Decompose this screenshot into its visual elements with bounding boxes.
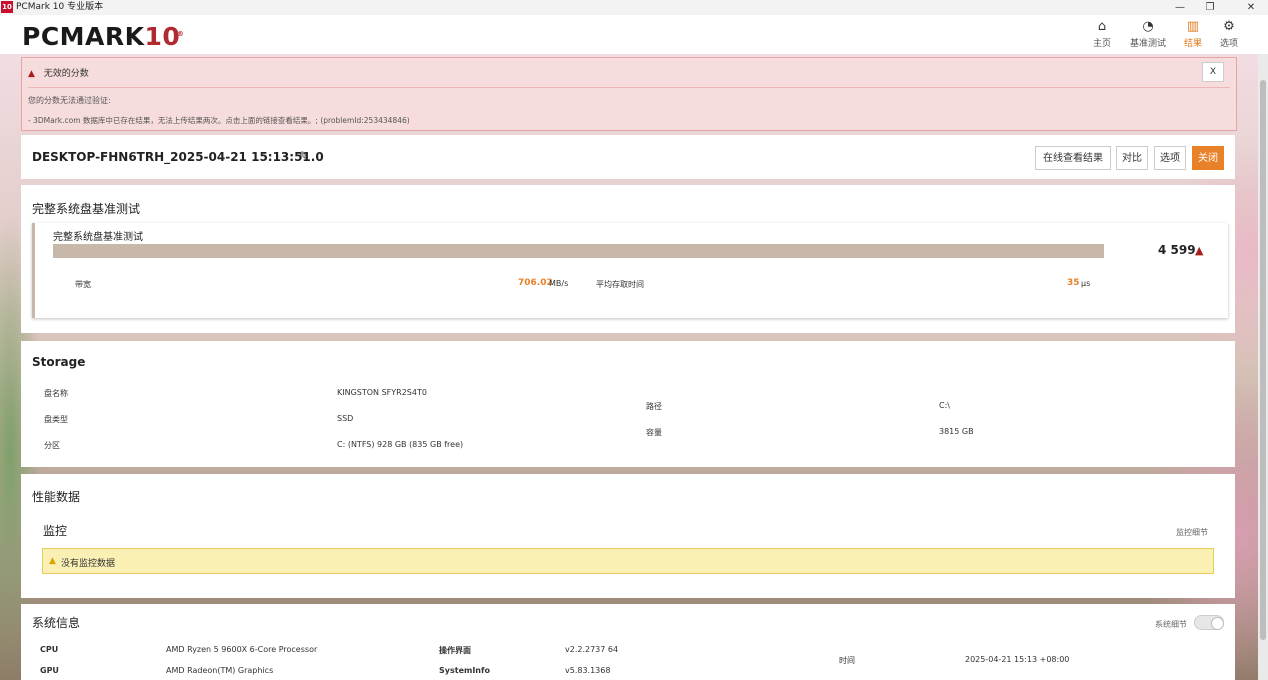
view-online-button[interactable]: 在线查看结果 [1035, 146, 1111, 170]
nav-options[interactable]: ⚙ 选项 [1207, 18, 1251, 49]
time-value: 2025-04-21 15:13 +08:00 [965, 655, 1070, 664]
systeminfo-value: v5.83.1368 [565, 666, 611, 675]
close-result-button[interactable]: 关闭 [1192, 146, 1224, 170]
gear-icon: ⚙ [1223, 19, 1235, 34]
performance-title: 性能数据 [32, 490, 81, 504]
monitor-title: 监控 [43, 524, 68, 538]
latency-value: 35 [1067, 278, 1080, 288]
path-value: C:\ [939, 401, 950, 410]
drive-type-label: 盘类型 [44, 415, 68, 424]
gpu-value: AMD Radeon(TM) Graphics [166, 666, 274, 675]
storage-card: Storage 盘名称 KINGSTON SFYR2S4T0 盘类型 SSD 分… [21, 341, 1235, 467]
gpu-label: GPU [40, 666, 59, 675]
benchmark-section-title: 完整系统盘基准测试 [32, 202, 141, 216]
home-icon: ⌂ [1097, 19, 1107, 34]
window-title: PCMark 10 专业版本 [16, 2, 104, 12]
ui-version-label: 操作界面 [439, 646, 471, 655]
test-name: 完整系统盘基准测试 [53, 232, 143, 243]
bandwidth-label: 带宽 [75, 280, 91, 289]
result-name: DESKTOP-FHN6TRH_2025-04-21 15:13:51.0 [32, 150, 324, 164]
drive-name-label: 盘名称 [44, 389, 68, 398]
edit-icon[interactable]: ✎ [299, 149, 309, 163]
invalid-score-alert: ▲ 无效的分数 X 您的分数无法通过验证: - 3DMark.com 数据库中已… [21, 57, 1237, 131]
result-header-card: DESKTOP-FHN6TRH_2025-04-21 15:13:51.0 ✎ … [21, 135, 1235, 179]
nav-home[interactable]: ⌂ 主页 [1080, 18, 1124, 49]
cpu-value: AMD Ryzen 5 9600X 6-Core Processor [166, 645, 318, 654]
system-info-card: 系统信息 系统细节 CPU AMD Ryzen 5 9600X 6-Core P… [21, 604, 1235, 680]
alert-title: 无效的分数 [43, 69, 89, 79]
gauge-icon: ◔ [1142, 19, 1154, 34]
app-header: PCMARK10 ® ⌂ 主页 ◔ 基准测试 ▥ 结果 ⚙ 选项 [0, 15, 1268, 54]
time-label: 时间 [839, 656, 855, 665]
path-label: 路径 [646, 402, 662, 411]
alert-divider [28, 87, 1230, 88]
score-warning-icon: ▲ [1195, 244, 1204, 257]
no-monitor-data-banner: ▲ 没有监控数据 [42, 548, 1214, 574]
close-window-button[interactable]: ✕ [1236, 0, 1266, 15]
bandwidth-value: 706.02 [518, 278, 553, 288]
cpu-label: CPU [40, 645, 59, 654]
partition-label: 分区 [44, 441, 60, 450]
warning-icon: ▲ [28, 69, 35, 79]
window-titlebar: 10 PCMark 10 专业版本 — ❐ ✕ [0, 0, 1268, 15]
benchmark-test-panel: 完整系统盘基准测试 4 599 ▲ 带宽 706.02 MB/s 平均存取时间 … [32, 223, 1228, 318]
monitor-details-link[interactable]: 监控细节 [1176, 527, 1208, 538]
system-details-label: 系统细节 [1155, 620, 1187, 629]
compare-button[interactable]: 对比 [1116, 146, 1148, 170]
drive-type-value: SSD [337, 414, 354, 423]
options-button[interactable]: 选项 [1154, 146, 1186, 170]
app-icon: 10 [1, 1, 13, 13]
alert-close-button[interactable]: X [1202, 62, 1224, 82]
latency-unit: μs [1081, 279, 1091, 288]
nav-benchmarks[interactable]: ◔ 基准测试 [1126, 18, 1170, 49]
storage-title: Storage [32, 355, 86, 369]
capacity-label: 容量 [646, 428, 662, 437]
system-info-title: 系统信息 [32, 616, 81, 630]
benchmark-card: 完整系统盘基准测试 完整系统盘基准测试 4 599 ▲ 带宽 706.02 MB… [21, 185, 1235, 333]
minimize-button[interactable]: — [1165, 0, 1195, 15]
capacity-value: 3815 GB [939, 427, 974, 436]
page-scrollbar[interactable] [1258, 54, 1268, 680]
score-bar [53, 244, 1104, 258]
performance-card: 性能数据 监控 监控细节 ▲ 没有监控数据 [21, 474, 1235, 598]
warning-icon: ▲ [49, 556, 56, 566]
drive-name-value: KINGSTON SFYR2S4T0 [337, 388, 427, 397]
pcmark-logo: PCMARK10 ® [22, 22, 185, 51]
scrollbar-thumb[interactable] [1260, 80, 1266, 640]
latency-label: 平均存取时间 [596, 280, 644, 289]
alert-message: 您的分数无法通过验证: [28, 96, 111, 105]
benchmark-score: 4 599 [1158, 243, 1196, 257]
ui-version-value: v2.2.2737 64 [565, 645, 619, 654]
toggle-knob [1211, 617, 1224, 630]
partition-value: C: (NTFS) 928 GB (835 GB free) [337, 440, 464, 449]
maximize-button[interactable]: ❐ [1195, 0, 1225, 15]
systeminfo-label: SystemInfo [439, 666, 490, 675]
system-details-toggle[interactable] [1194, 615, 1224, 630]
alert-detail: - 3DMark.com 数据库中已存在结果，无法上传结果两次。点击上面的链接查… [28, 116, 410, 125]
no-monitor-data-text: 没有监控数据 [61, 559, 116, 569]
bandwidth-unit: MB/s [549, 279, 569, 288]
alert-header: ▲ 无效的分数 [28, 66, 89, 79]
